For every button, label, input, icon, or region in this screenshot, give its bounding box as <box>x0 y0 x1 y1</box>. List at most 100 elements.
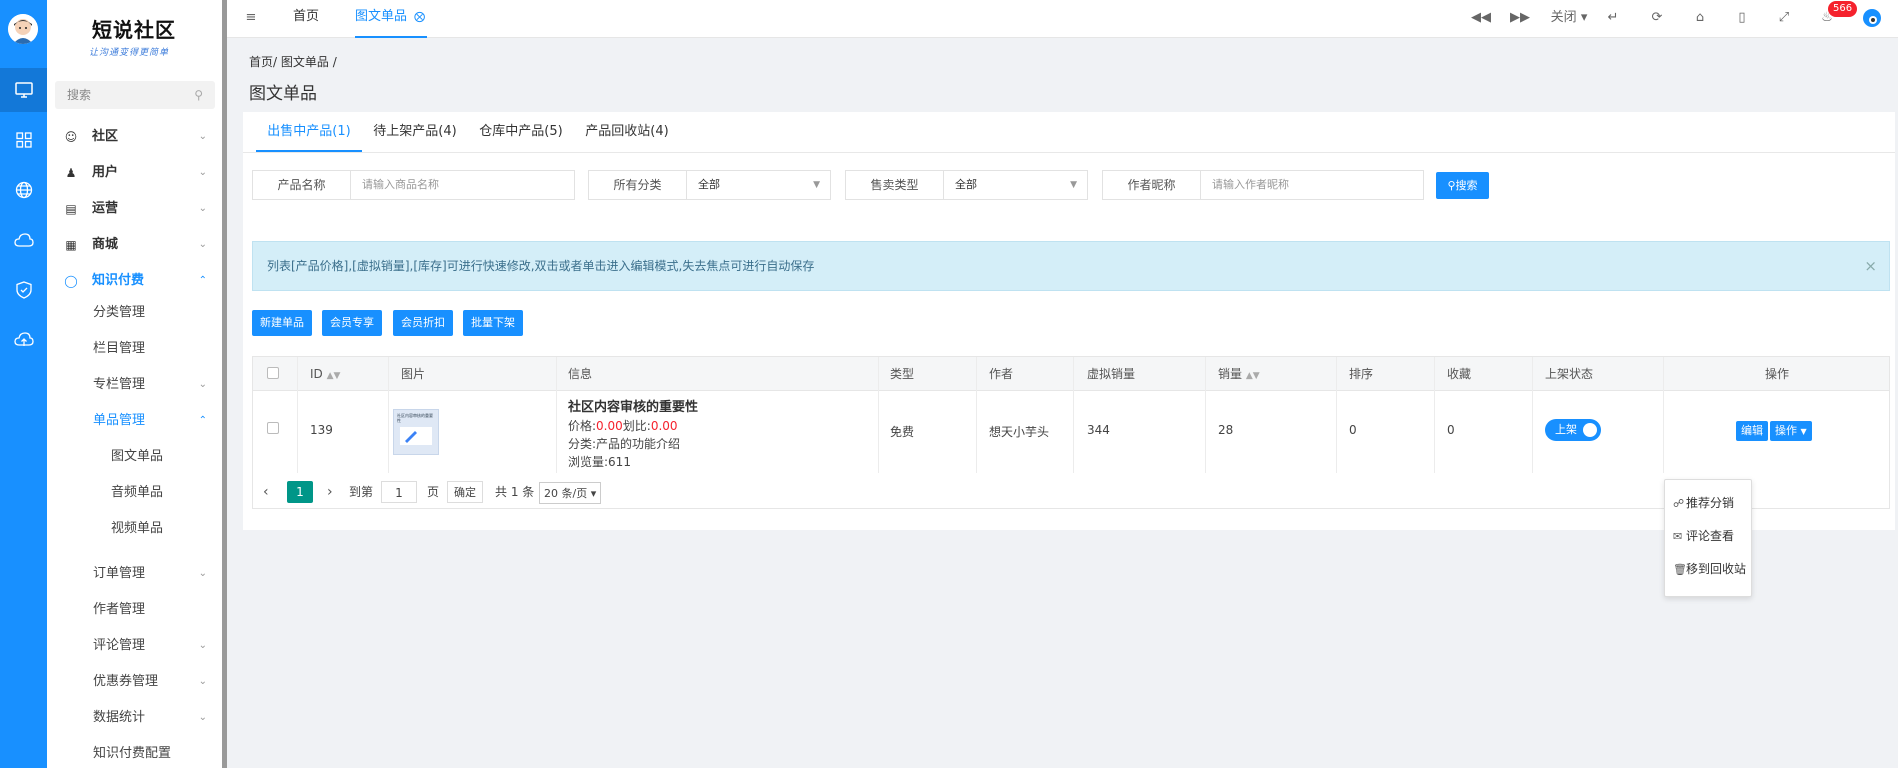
fullscreen-icon[interactable]: ⤢ <box>1774 0 1794 38</box>
home-icon[interactable]: ⌂ <box>1690 0 1710 38</box>
sidebar-item-category[interactable]: 分类管理 <box>47 298 223 328</box>
menu-label: 知识付费 <box>92 273 145 288</box>
status-toggle[interactable]: 上架 <box>1545 419 1601 441</box>
sidebar-item-audio[interactable]: 音频单品 <box>47 478 223 508</box>
per-page-select[interactable]: 20 条/页 ▾ <box>539 482 602 504</box>
user-icon: ♟ <box>65 166 77 180</box>
page-current[interactable]: 1 <box>287 481 313 503</box>
sale-type-select[interactable]: 全部 <box>944 171 1087 199</box>
shield-icon[interactable] <box>0 268 47 312</box>
search-button[interactable]: ⚲搜索 <box>1436 172 1489 199</box>
new-single-button[interactable]: 新建单品 <box>252 310 312 336</box>
tab-article-single[interactable]: 图文单品 ⨂ <box>355 0 428 38</box>
tab-recycle[interactable]: 产品回收站(4) <box>574 112 680 152</box>
tab-pending[interactable]: 待上架产品(4) <box>362 112 468 152</box>
cloud-icon[interactable] <box>0 218 47 262</box>
sidebar-item-article[interactable]: 图文单品 <box>47 442 223 472</box>
product-category: 分类:产品的功能介绍 <box>568 437 681 451</box>
menu-label: 商城 <box>92 237 119 252</box>
globe-icon[interactable] <box>0 168 47 212</box>
member-only-button[interactable]: 会员专享 <box>322 310 382 336</box>
menu-item-knowledge[interactable]: ◯ 知识付费 ⌃ <box>47 266 223 296</box>
cloud-upload-icon[interactable] <box>0 318 47 362</box>
ops-dropdown-button[interactable]: 操作 ▼ <box>1770 421 1812 441</box>
menu-fold-icon[interactable]: ≡ <box>241 0 261 38</box>
sidebar-search-input[interactable]: 搜索 ⚲ <box>55 81 215 109</box>
sidebar-item-orders[interactable]: 订单管理 ⌄ <box>47 559 223 589</box>
user-avatar-icon[interactable] <box>1860 0 1884 38</box>
product-title: 社区内容审核的重要性 <box>568 400 699 415</box>
close-icon[interactable]: × <box>1864 242 1877 290</box>
price-value[interactable]: 0.00 <box>596 419 623 433</box>
menu-label: 单品管理 <box>93 413 146 428</box>
category-select[interactable]: 全部 <box>687 171 830 199</box>
menu-item-community[interactable]: ☺ 社区 ⌄ <box>47 122 223 152</box>
row-checkbox[interactable] <box>267 422 279 437</box>
menu-item-recycle[interactable]: 🗑移到回收站 <box>1673 559 1746 579</box>
menu-label: 推荐分销 <box>1686 496 1735 510</box>
column-divider <box>1205 357 1206 475</box>
sidebar-item-column[interactable]: 栏目管理 <box>47 334 223 364</box>
sale-type-label: 售卖类型 <box>846 171 944 199</box>
menu-item-operation[interactable]: ▤ 运营 ⌄ <box>47 194 223 224</box>
tab-warehouse[interactable]: 仓库中产品(5) <box>468 112 574 152</box>
per-page-value: 20 条/页 <box>544 487 588 500</box>
checkbox <box>267 422 279 434</box>
sidebar-item-stats[interactable]: 数据统计 ⌄ <box>47 703 223 733</box>
header-id[interactable]: ID ▲▼ <box>310 357 340 391</box>
select-all-checkbox[interactable] <box>267 367 279 379</box>
breadcrumb-home[interactable]: 首页 <box>249 55 273 69</box>
next-page-icon[interactable]: ▶▶ <box>1510 0 1530 38</box>
sidebar-item-config[interactable]: 知识付费配置 <box>47 739 223 768</box>
row-sort[interactable]: 0 <box>1349 423 1357 437</box>
avatar[interactable] <box>8 14 38 44</box>
next-page-arrow-icon[interactable]: › <box>327 481 333 503</box>
menu-label: 评论查看 <box>1686 529 1735 543</box>
grid-icon[interactable] <box>0 118 47 162</box>
row-author: 想天小芋头 <box>989 425 1050 439</box>
goto-page-input[interactable]: 1 <box>381 481 417 503</box>
sidebar-item-authors[interactable]: 作者管理 <box>47 595 223 625</box>
menu-label: 图文单品 <box>111 449 164 464</box>
close-label: 关闭 <box>1550 10 1577 25</box>
menu-item-recommend[interactable]: ☍ 推荐分销 <box>1673 493 1734 513</box>
confirm-page-button[interactable]: 确定 <box>447 481 483 503</box>
monitor-icon[interactable] <box>0 68 47 112</box>
refresh-icon[interactable]: ⟳ <box>1647 0 1667 38</box>
sidebar-item-video[interactable]: 视频单品 <box>47 514 223 544</box>
sidebar-item-coupons[interactable]: 优惠券管理 ⌄ <box>47 667 223 697</box>
sidebar-item-special[interactable]: 专栏管理 ⌄ <box>47 370 223 400</box>
tab-on-sale[interactable]: 出售中产品(1) <box>256 112 362 152</box>
back-icon[interactable]: ↵ <box>1603 0 1623 38</box>
info-alert: 列表[产品价格],[虚拟销量],[库存]可进行快速修改,双击或者单击进入编辑模式… <box>252 241 1890 291</box>
tab-home[interactable]: 首页 <box>293 0 319 38</box>
chevron-down-icon: ⌄ <box>198 131 207 142</box>
menu-item-comments[interactable]: ✉ 评论查看 <box>1673 526 1734 546</box>
sidebar-item-single[interactable]: 单品管理 ⌃ <box>47 406 223 436</box>
sidebar-item-comments[interactable]: 评论管理 ⌄ <box>47 631 223 661</box>
mobile-icon[interactable]: ▯ <box>1732 0 1752 38</box>
prev-page-icon[interactable]: ◀◀ <box>1471 0 1491 38</box>
menu-item-store[interactable]: ▦ 商城 ⌄ <box>47 230 223 260</box>
sort-icon: ▲▼ <box>326 371 341 381</box>
breadcrumb-separator: / <box>332 55 337 69</box>
header-label: 销量 <box>1218 367 1243 381</box>
batch-off-button[interactable]: 批量下架 <box>463 310 523 336</box>
header-sales[interactable]: 销量 ▲▼ <box>1218 357 1260 391</box>
menu-label: 分类管理 <box>93 305 146 320</box>
sidebar-scrollbar[interactable] <box>222 0 227 768</box>
share-icon: ☍ <box>1673 497 1685 510</box>
author-input[interactable]: 请输入作者昵称 <box>1201 171 1423 199</box>
menu-item-user[interactable]: ♟ 用户 ⌄ <box>47 158 223 188</box>
pagination: ‹ 1 › 到第 1 页 确定 共 1 条 20 条/页 ▾ <box>252 473 1890 509</box>
author-label: 作者昵称 <box>1103 171 1201 199</box>
row-virtual-sales[interactable]: 344 <box>1087 423 1110 437</box>
product-name-input[interactable]: 请输入商品名称 <box>351 171 573 199</box>
edit-button[interactable]: 编辑 <box>1736 421 1768 441</box>
member-discount-button[interactable]: 会员折扣 <box>393 310 453 336</box>
column-divider <box>388 357 389 475</box>
close-menu-dropdown[interactable]: 关闭 ▾ <box>1547 0 1591 38</box>
prev-page-arrow-icon[interactable]: ‹ <box>263 481 269 503</box>
close-tab-icon[interactable]: ⨂ <box>414 0 425 34</box>
product-thumbnail[interactable]: 社区内容审核的重要性 <box>393 409 439 455</box>
